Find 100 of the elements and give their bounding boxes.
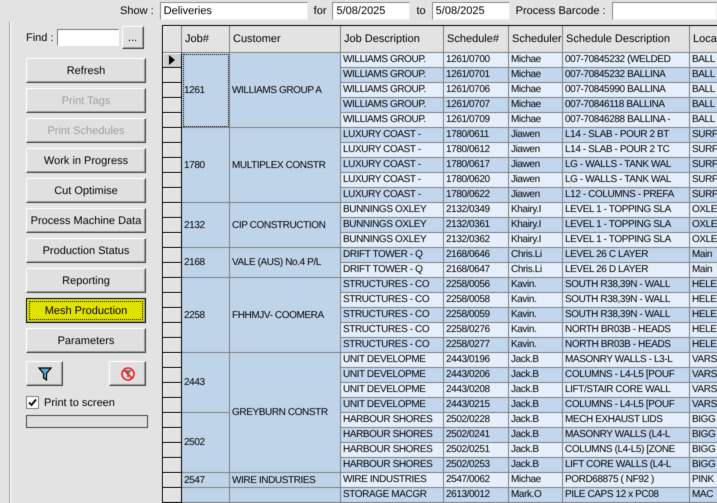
action-button[interactable]: Mesh Production xyxy=(26,298,146,323)
table-cell: 007-70845232 BALLINA xyxy=(563,68,690,83)
row-indicator[interactable] xyxy=(163,113,182,128)
column-header[interactable]: Job Description xyxy=(341,26,444,53)
table-cell: LEVEL 1 - TOPPING SLA xyxy=(563,203,690,218)
table-cell: GREYBURN CONSTR xyxy=(230,353,341,473)
row-indicator[interactable] xyxy=(163,173,182,188)
column-header[interactable]: Job# xyxy=(182,26,230,53)
header-corner xyxy=(163,26,182,53)
table-cell: BUNNINGS OXLEY xyxy=(341,218,444,233)
table-cell: MECH EXHAUST LIDS xyxy=(563,413,690,428)
row-indicator[interactable] xyxy=(163,128,182,143)
table-cell: NORTH BR03B - HEADS xyxy=(563,338,690,353)
from-date-field[interactable]: 5/08/2025 xyxy=(332,2,410,20)
action-button[interactable]: Process Machine Data xyxy=(26,208,146,233)
table-cell: UNIT DEVELOPME xyxy=(341,368,444,383)
clear-filter-button[interactable] xyxy=(109,361,146,386)
row-indicator[interactable] xyxy=(163,53,182,68)
column-header[interactable]: Scheduler xyxy=(509,26,563,53)
row-indicator[interactable] xyxy=(163,233,182,248)
row-indicator[interactable] xyxy=(163,368,182,383)
row-indicator[interactable] xyxy=(163,158,182,173)
row-indicator[interactable] xyxy=(163,203,182,218)
table-cell: LG - WALLS - TANK WAL xyxy=(563,158,690,173)
row-indicator[interactable] xyxy=(163,383,182,398)
column-header[interactable]: Loca xyxy=(690,26,717,53)
table-cell: UNIT DEVELOPME xyxy=(341,398,444,413)
column-header[interactable]: Schedule Description xyxy=(563,26,690,53)
table-cell: OXLE xyxy=(690,233,717,248)
column-header[interactable]: Schedule# xyxy=(444,26,509,53)
row-indicator[interactable] xyxy=(163,488,182,503)
table-cell: 2547/0062 xyxy=(444,473,509,488)
table-cell: VALE (AUS) No.4 P/L xyxy=(230,248,341,278)
table-cell: BALL xyxy=(690,83,717,98)
row-indicator[interactable] xyxy=(163,473,182,488)
table-cell: 2258/0056 xyxy=(444,278,509,293)
table-cell: L12 - COLUMNS - PREFA xyxy=(563,188,690,203)
row-indicator[interactable] xyxy=(163,278,182,293)
action-button[interactable]: Reporting xyxy=(26,268,146,293)
table-cell: Jiawen xyxy=(509,128,563,143)
row-indicator[interactable] xyxy=(163,218,182,233)
table-cell: SOUTH R38,39N - WALL xyxy=(563,293,690,308)
check-icon xyxy=(28,398,37,407)
row-indicator[interactable] xyxy=(163,248,182,263)
table-cell: WILLIAMS GROUP. xyxy=(341,113,444,128)
action-button[interactable]: Production Status xyxy=(26,238,146,263)
table-cell: 2502 xyxy=(182,413,230,473)
row-indicator[interactable] xyxy=(163,428,182,443)
table-cell: SURF xyxy=(690,128,717,143)
row-indicator[interactable] xyxy=(163,263,182,278)
filter-button[interactable] xyxy=(26,361,63,386)
column-header[interactable]: Customer xyxy=(230,26,341,53)
table-cell: SURF xyxy=(690,143,717,158)
row-indicator[interactable] xyxy=(163,443,182,458)
row-indicator[interactable] xyxy=(163,188,182,203)
row-indicator[interactable] xyxy=(163,98,182,113)
find-field[interactable] xyxy=(56,29,119,46)
table-cell: Khairy.I xyxy=(509,203,563,218)
table-cell: Kavin. xyxy=(509,323,563,338)
browse-button[interactable]: ... xyxy=(122,26,144,49)
barcode-field[interactable] xyxy=(612,2,717,20)
table-cell: 1780 xyxy=(182,128,230,203)
action-button[interactable]: Work in Progress xyxy=(26,148,146,173)
row-indicator[interactable] xyxy=(163,143,182,158)
table-cell: 2168/0647 xyxy=(444,263,509,278)
action-button[interactable]: Refresh xyxy=(26,58,146,83)
table-cell: Jack.B xyxy=(509,383,563,398)
row-indicator[interactable] xyxy=(163,323,182,338)
table-cell: Michae xyxy=(509,473,563,488)
to-date-field[interactable]: 5/08/2025 xyxy=(432,2,510,20)
table-cell: OXLE xyxy=(690,218,717,233)
row-indicator[interactable] xyxy=(163,83,182,98)
table-cell: PINK xyxy=(690,473,717,488)
row-indicator[interactable] xyxy=(163,308,182,323)
table-cell: DRIFT TOWER - Q xyxy=(341,263,444,278)
table-cell: Michae xyxy=(509,53,563,68)
table-cell: VARS xyxy=(690,368,717,383)
table-cell: LEVEL 1 - TOPPING SLA xyxy=(563,218,690,233)
row-indicator[interactable] xyxy=(163,353,182,368)
action-button[interactable]: Cut Optimise xyxy=(26,178,146,203)
table-cell: STRUCTURES - CO xyxy=(341,278,444,293)
table-cell: WILLIAMS GROUP. xyxy=(341,98,444,113)
row-indicator[interactable] xyxy=(163,413,182,428)
row-indicator[interactable] xyxy=(163,398,182,413)
table-cell: 2132/0361 xyxy=(444,218,509,233)
row-indicator[interactable] xyxy=(163,68,182,83)
row-indicator[interactable] xyxy=(163,293,182,308)
row-indicator[interactable] xyxy=(163,458,182,473)
print-checkbox[interactable] xyxy=(26,396,39,409)
table-cell: 2443 xyxy=(182,353,230,413)
show-dropdown[interactable]: Deliveries xyxy=(160,2,308,20)
table-cell: 1261/0701 xyxy=(444,68,509,83)
table-cell: LIFT/STAIR CORE WALL xyxy=(563,383,690,398)
table-cell: Kavin. xyxy=(509,308,563,323)
row-indicator[interactable] xyxy=(163,338,182,353)
table-cell: LIFT CORE WALLS (L4-L xyxy=(563,458,690,473)
table-cell: 1261/0707 xyxy=(444,98,509,113)
table-cell: 1261/0700 xyxy=(444,53,509,68)
action-button[interactable]: Parameters xyxy=(26,328,146,353)
table-cell: HARBOUR SHORES xyxy=(341,443,444,458)
